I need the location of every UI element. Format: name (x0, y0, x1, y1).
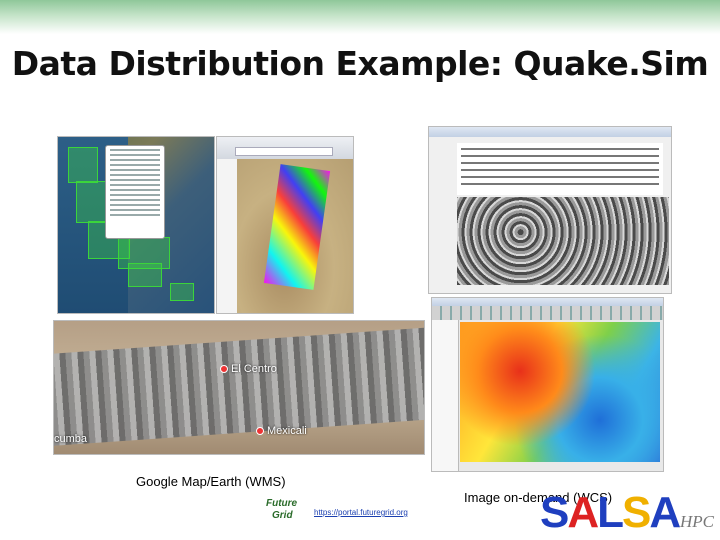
maps-sidebar (217, 159, 237, 313)
sar-image-strip (54, 323, 424, 447)
google-maps-browser-screenshot (216, 136, 354, 314)
place-label-cumba: cumba (54, 433, 88, 445)
address-bar (235, 147, 333, 156)
window-titlebar (432, 298, 663, 306)
salsa-letter: A (567, 488, 599, 537)
text-output (457, 143, 663, 195)
google-earth-sar-screenshot: El Centro Mexicali cumba (53, 320, 425, 455)
place-pin-icon (220, 365, 228, 373)
salsa-logo: SALSA (540, 488, 681, 538)
grid-tile (170, 283, 194, 301)
layer-panel (432, 320, 459, 471)
salsa-letter: A (649, 488, 681, 537)
grid-tile (76, 181, 108, 223)
place-marker-el-centro: El Centro (220, 363, 277, 375)
viewer-toolbar (432, 306, 663, 320)
wcs-viewer-screenshot (431, 297, 664, 472)
portal-link[interactable]: https://portal.futuregrid.org (314, 508, 408, 517)
google-earth-grid-screenshot (57, 136, 215, 314)
header-band (0, 0, 720, 34)
salsa-letter: S (540, 488, 569, 537)
salsa-letter: L (597, 488, 624, 537)
place-pin-icon (256, 427, 264, 435)
grayscale-raster (457, 197, 669, 285)
place-marker-mexicali: Mexicali (256, 425, 307, 437)
salsa-letter: S (622, 488, 651, 537)
window-titlebar (429, 127, 671, 137)
browser-toolbar (217, 137, 353, 160)
wcs-text-output-screenshot (428, 126, 672, 294)
hpc-label: HPC (680, 512, 714, 531)
slide-title: Data Distribution Example: Quake.Sim (11, 44, 709, 83)
heat-map-raster (460, 322, 660, 462)
grid-tile (68, 147, 98, 183)
grid-tile (128, 263, 162, 287)
futuregrid-logo: Future Grid (266, 498, 298, 521)
info-popup (105, 145, 165, 239)
caption-wms: Google Map/Earth (WMS) (136, 474, 286, 489)
